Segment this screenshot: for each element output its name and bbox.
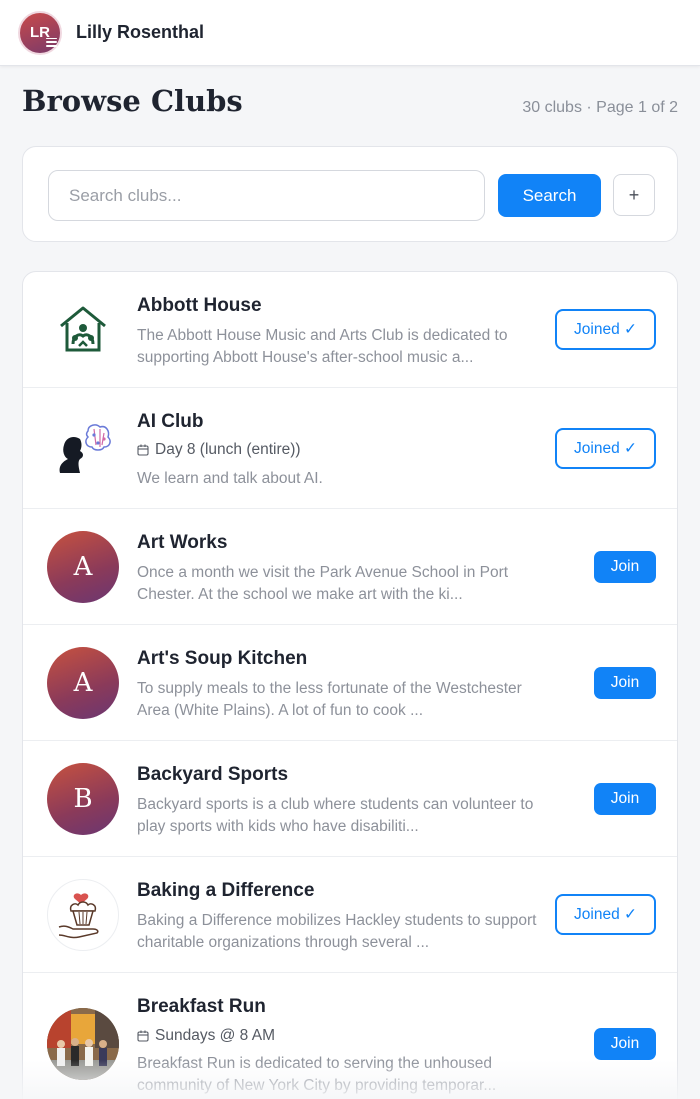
club-description: The Abbott House Music and Arts Club is … [137,327,508,366]
house-heart-logo-icon [47,294,119,366]
club-description: Backyard sports is a club where students… [137,796,534,835]
club-description: We learn and talk about AI. [137,470,323,487]
club-avatar: A [47,647,119,719]
join-button[interactable]: Join [594,1028,656,1060]
join-button[interactable]: Join [594,551,656,583]
search-card: Search + [22,146,678,242]
joined-button[interactable]: Joined ✓ [555,309,656,350]
menu-icon [46,37,57,47]
cupcake-hand-logo-icon [47,879,119,951]
club-list: Abbott House The Abbott House Music and … [22,271,678,1099]
club-name[interactable]: Art Works [137,532,227,554]
club-name[interactable]: AI Club [137,411,204,433]
club-description: To supply meals to the less fortunate of… [137,680,522,719]
list-item[interactable]: A Art's Soup Kitchen To supply meals to … [23,625,677,741]
club-name[interactable]: Backyard Sports [137,764,288,786]
list-item[interactable]: Baking a Difference Baking a Difference … [23,857,677,973]
search-input[interactable] [48,170,485,221]
club-name[interactable]: Baking a Difference [137,880,314,902]
club-schedule: Day 8 (lunch (entire)) [137,441,301,459]
list-item[interactable]: A Art Works Once a month we visit the Pa… [23,509,677,625]
club-photo [47,1008,119,1080]
club-description: Breakfast Run is dedicated to serving th… [137,1055,497,1094]
head-brain-logo-icon [47,412,119,484]
join-button[interactable]: Join [594,667,656,699]
club-schedule: Sundays @ 8 AM [137,1027,275,1045]
top-bar: LR Lilly Rosenthal [0,0,700,66]
joined-button[interactable]: Joined ✓ [555,428,656,469]
club-name[interactable]: Art's Soup Kitchen [137,648,307,670]
club-description: Once a month we visit the Park Avenue Sc… [137,564,509,603]
pagination-summary: 30 clubs · Page 1 of 2 [522,99,678,116]
calendar-icon [137,1030,149,1042]
list-item[interactable]: Breakfast Run Sundays @ 8 AM Breakfast R… [23,973,677,1099]
add-club-button[interactable]: + [613,174,655,216]
schedule-text: Sundays @ 8 AM [155,1027,275,1044]
list-item[interactable]: Abbott House The Abbott House Music and … [23,272,677,388]
schedule-text: Day 8 (lunch (entire)) [155,441,301,458]
club-name[interactable]: Breakfast Run [137,996,266,1018]
calendar-icon [137,444,149,456]
list-item[interactable]: B Backyard Sports Backyard sports is a c… [23,741,677,857]
search-button[interactable]: Search [498,174,601,217]
club-avatar: A [47,531,119,603]
joined-button[interactable]: Joined ✓ [555,894,656,935]
list-item[interactable]: AI Club Day 8 (lunch (entire)) We learn … [23,388,677,509]
club-name[interactable]: Abbott House [137,295,262,317]
join-button[interactable]: Join [594,783,656,815]
user-name: Lilly Rosenthal [76,22,205,42]
club-description: Baking a Difference mobilizes Hackley st… [137,912,537,951]
club-avatar: B [47,763,119,835]
user-avatar[interactable]: LR [18,10,62,55]
page-title: Browse Clubs [22,84,243,118]
